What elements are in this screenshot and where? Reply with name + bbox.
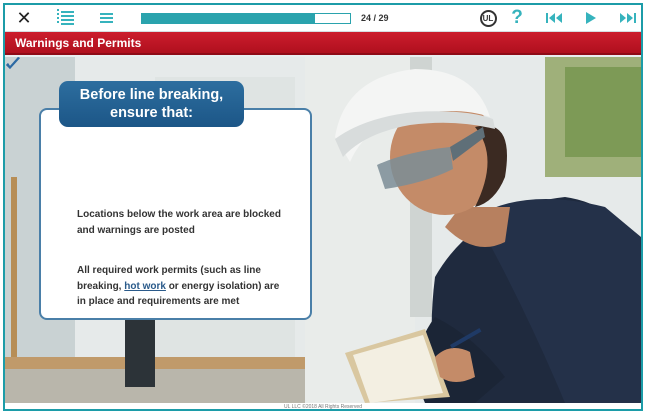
- play-icon[interactable]: [584, 8, 598, 28]
- checkmark-icon: [6, 57, 20, 69]
- progress-fill: [142, 14, 315, 23]
- ul-logo-icon[interactable]: UL: [479, 8, 497, 28]
- close-icon[interactable]: ✕: [15, 8, 33, 29]
- last-page-icon[interactable]: [619, 8, 637, 28]
- course-player: ✕ 24 / 29 UL ? Warnings and Permits Befo…: [3, 3, 643, 411]
- first-page-icon[interactable]: [545, 8, 563, 28]
- slide-scene: Before line breaking, ensure that: Locat…: [5, 57, 641, 403]
- list-icon[interactable]: [56, 8, 76, 28]
- section-title: Warnings and Permits: [15, 36, 142, 50]
- section-title-bar: Warnings and Permits: [5, 32, 641, 55]
- requirement-item: All required work permits (such as line …: [77, 263, 287, 310]
- progress-bar: [141, 13, 351, 24]
- hot-work-link[interactable]: hot work: [124, 281, 166, 292]
- menu-icon[interactable]: [97, 8, 115, 28]
- copyright-footer: UL LLC ©2018 All Rights Reserved: [5, 403, 641, 409]
- player-toolbar: ✕ 24 / 29 UL ?: [5, 5, 641, 32]
- ul-logo-text: UL: [479, 9, 497, 27]
- help-button[interactable]: ?: [510, 7, 524, 28]
- requirement-item: Locations below the work area are blocke…: [77, 209, 281, 236]
- card-header: Before line breaking, ensure that:: [59, 81, 244, 127]
- page-counter: 24 / 29: [361, 13, 389, 23]
